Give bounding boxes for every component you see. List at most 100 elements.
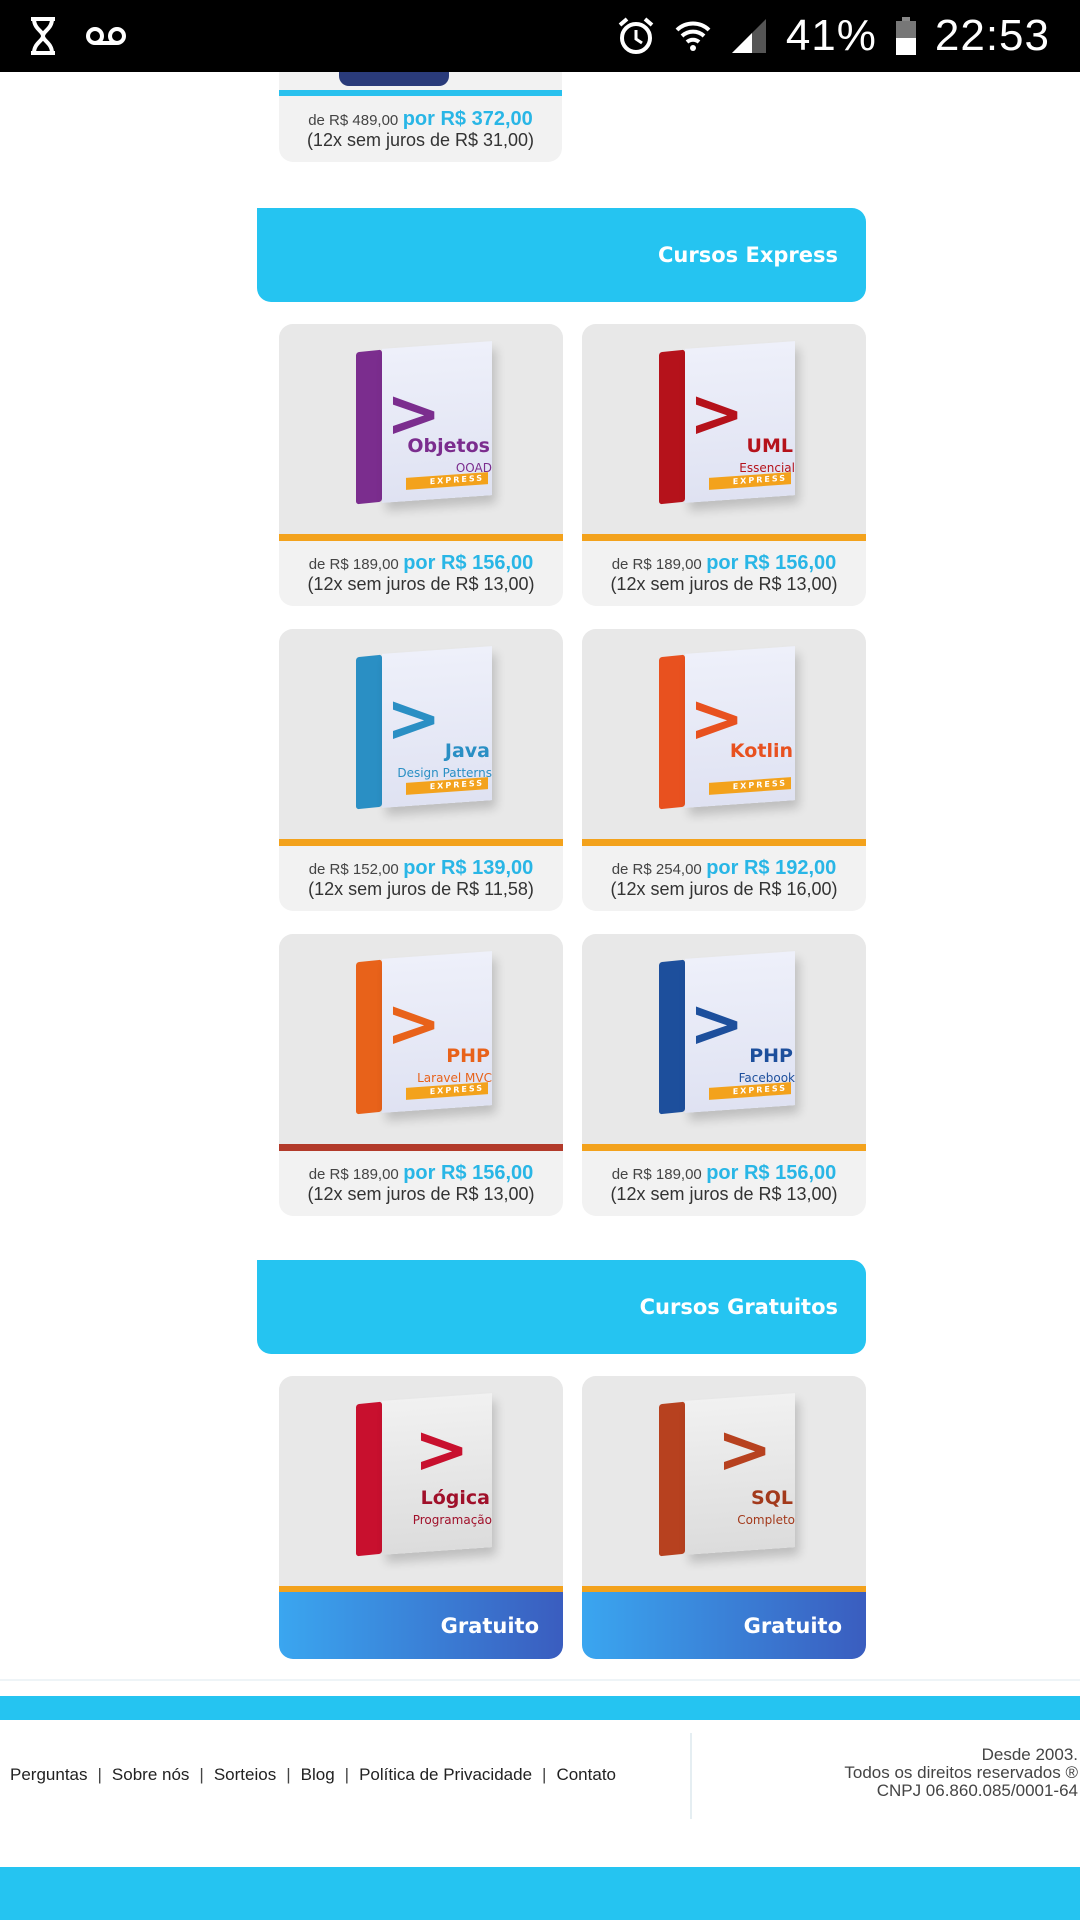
price-line: de R$ 489,00 por R$ 372,00 xyxy=(279,108,562,131)
new-price: por R$ 156,00 xyxy=(403,1162,534,1184)
footer-legal: Desde 2003. Todos os direitos reservados… xyxy=(844,1746,1078,1800)
chevron-right-icon: > xyxy=(386,680,442,757)
chevron-right-icon: > xyxy=(386,985,442,1062)
link-separator: | xyxy=(199,1765,204,1784)
product-box-image: > Kotlin EXPRESS xyxy=(582,629,866,839)
box-title: SQL xyxy=(751,1487,793,1509)
course-box-art: > Lógica Programação xyxy=(336,1391,506,1571)
product-card[interactable]: > PHP Facebook EXPRESS de R$ 189,00 por R$ 1… xyxy=(582,934,866,1216)
battery-percent: 41% xyxy=(785,11,877,60)
box-spine xyxy=(356,1401,382,1557)
footer-vertical-divider xyxy=(690,1733,692,1819)
voicemail-icon xyxy=(86,24,126,48)
course-box-art: > Kotlin EXPRESS xyxy=(639,644,809,824)
alarm-icon xyxy=(616,16,656,56)
price-line: de R$ 189,00 por R$ 156,00 xyxy=(279,1162,563,1185)
box-spine xyxy=(356,654,382,810)
price-line: de R$ 254,00 por R$ 192,00 xyxy=(582,857,866,880)
product-box-image: > Lógica Programação xyxy=(279,1376,563,1586)
product-card-partial[interactable]: de R$ 489,00 por R$ 372,00 (12x sem juro… xyxy=(279,72,562,162)
new-price: por R$ 156,00 xyxy=(403,552,534,574)
product-card[interactable]: > UML Essencial EXPRESS de R$ 189,00 por R$ … xyxy=(582,324,866,606)
card-accent-bar xyxy=(582,534,866,541)
link-separator: | xyxy=(97,1765,102,1784)
card-accent-bar xyxy=(582,839,866,846)
old-price: de R$ 152,00 xyxy=(308,861,399,878)
footer-link-blog[interactable]: Blog xyxy=(301,1765,335,1785)
box-spine xyxy=(659,349,685,505)
free-course-card[interactable]: > Lógica Programação Gratuito xyxy=(279,1376,563,1659)
link-separator: | xyxy=(542,1765,547,1784)
installment-text: (12x sem juros de R$ 13,00) xyxy=(610,1184,838,1204)
old-price: de R$ 189,00 xyxy=(611,556,702,573)
installment-text: (12x sem juros de R$ 31,00) xyxy=(306,130,535,150)
old-price: de R$ 489,00 xyxy=(308,112,399,129)
section-title: Cursos Express xyxy=(658,243,838,267)
box-subtitle: Completo xyxy=(737,1513,795,1527)
installment-text: (12x sem juros de R$ 16,00) xyxy=(610,879,838,899)
footer-link-contato[interactable]: Contato xyxy=(556,1765,616,1785)
installment-text: (12x sem juros de R$ 11,58) xyxy=(308,879,534,899)
card-accent-bar xyxy=(279,1144,563,1151)
chevron-right-icon: > xyxy=(689,375,745,452)
box-title: Kotlin xyxy=(729,740,793,762)
box-spine xyxy=(356,959,382,1115)
course-box-art: > PHP Facebook EXPRESS xyxy=(639,949,809,1129)
price-line: de R$ 152,00 por R$ 139,00 xyxy=(279,857,563,880)
footer-link-sobre-nos[interactable]: Sobre nós xyxy=(112,1765,190,1785)
product-box-image: > UML Essencial EXPRESS xyxy=(582,324,866,534)
installment-text: (12x sem juros de R$ 13,00) xyxy=(610,574,838,594)
new-price: por R$ 139,00 xyxy=(403,857,534,879)
footer-link-privacidade[interactable]: Política de Privacidade xyxy=(359,1765,532,1785)
footer-link-sorteios[interactable]: Sorteios xyxy=(214,1765,276,1785)
installment-text: (12x sem juros de R$ 13,00) xyxy=(307,574,535,594)
wifi-icon xyxy=(674,17,712,55)
chevron-right-icon: > xyxy=(717,1411,773,1488)
product-box-image: > SQL Completo xyxy=(582,1376,866,1586)
battery-icon xyxy=(895,16,917,56)
footer-link-perguntas[interactable]: Perguntas xyxy=(10,1765,88,1785)
link-separator: | xyxy=(286,1765,291,1784)
price-line: de R$ 189,00 por R$ 156,00 xyxy=(582,552,866,575)
product-box-image-partial xyxy=(339,72,449,86)
new-price: por R$ 372,00 xyxy=(402,108,533,130)
card-accent-bar xyxy=(582,1144,866,1151)
footer-rights: Todos os direitos reservados ® xyxy=(844,1763,1078,1782)
card-accent-bar xyxy=(279,90,562,96)
course-box-art: > Objetos OOAD EXPRESS xyxy=(336,339,506,519)
box-title: PHP xyxy=(446,1045,490,1067)
card-accent-bar xyxy=(279,839,563,846)
product-box-image: > PHP Facebook EXPRESS xyxy=(582,934,866,1144)
installment-text: (12x sem juros de R$ 13,00) xyxy=(307,1184,535,1204)
chevron-right-icon: > xyxy=(689,985,745,1062)
box-title: PHP xyxy=(749,1045,793,1067)
product-card[interactable]: > PHP Laravel MVC EXPRESS de R$ 189,00 por R… xyxy=(279,934,563,1216)
box-title: Java xyxy=(444,740,490,762)
status-bar: 41% 22:53 xyxy=(0,0,1080,72)
new-price: por R$ 156,00 xyxy=(706,1162,837,1184)
box-title: Objetos xyxy=(407,435,490,457)
section-header-express: Cursos Express xyxy=(257,208,866,302)
box-title: Lógica xyxy=(420,1487,490,1509)
product-box-image: > Objetos OOAD EXPRESS xyxy=(279,324,563,534)
course-box-art: > PHP Laravel MVC EXPRESS xyxy=(336,949,506,1129)
old-price: de R$ 189,00 xyxy=(308,1166,399,1183)
hourglass-icon xyxy=(28,16,58,56)
course-box-art: > SQL Completo xyxy=(639,1391,809,1571)
box-spine xyxy=(356,349,382,505)
footer-cnpj: CNPJ 06.860.085/0001-64 xyxy=(876,1781,1078,1800)
product-card[interactable]: > Kotlin EXPRESS de R$ 254,00 por R$ 192,00… xyxy=(582,629,866,911)
free-course-button[interactable]: Gratuito xyxy=(582,1592,866,1659)
section-header-free: Cursos Gratuitos xyxy=(257,1260,866,1354)
product-card[interactable]: > Java Design Patterns EXPRESS de R$ 152,00 … xyxy=(279,629,563,911)
box-spine xyxy=(659,959,685,1115)
footer-since: Desde 2003. xyxy=(981,1745,1078,1764)
free-course-card[interactable]: > SQL Completo Gratuito xyxy=(582,1376,866,1659)
box-subtitle: Programação xyxy=(412,1513,492,1527)
box-spine xyxy=(659,1401,685,1557)
new-price: por R$ 192,00 xyxy=(706,857,837,879)
chevron-right-icon: > xyxy=(414,1411,470,1488)
footer-links: Perguntas | Sobre nós | Sorteios | Blog … xyxy=(10,1762,616,1788)
product-card[interactable]: > Objetos OOAD EXPRESS de R$ 189,00 por R$ 1… xyxy=(279,324,563,606)
free-course-button[interactable]: Gratuito xyxy=(279,1592,563,1659)
